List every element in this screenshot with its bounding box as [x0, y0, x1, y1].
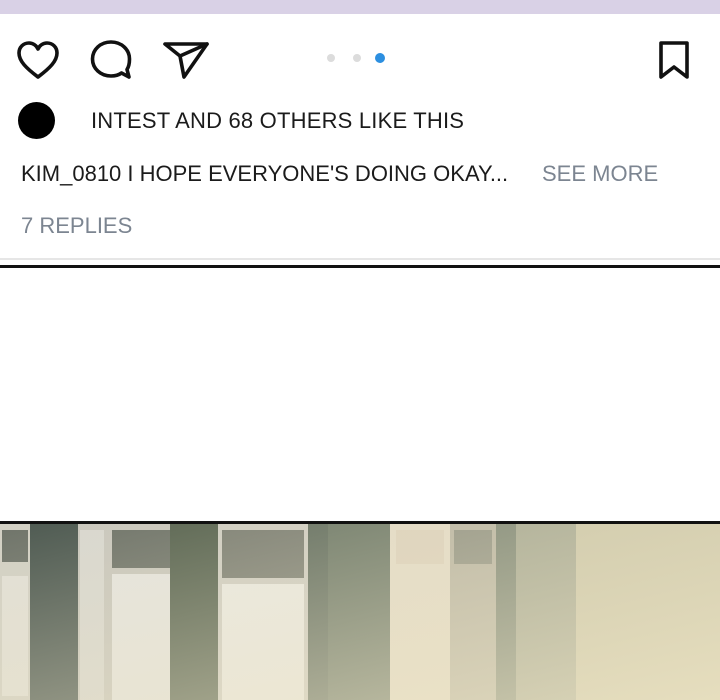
blank-panel: [0, 268, 720, 522]
paper-plane-icon[interactable]: [162, 40, 210, 80]
likes-text[interactable]: INTEST AND 68 OTHERS LIKE THIS: [91, 108, 464, 134]
post-action-bar: [0, 14, 720, 104]
building-illustration: [0, 524, 720, 700]
caption-row: KIM_0810 I HOPE EVERYONE'S DOING OKAY...…: [0, 158, 720, 194]
avatar[interactable]: [18, 102, 55, 139]
carousel-dot-active[interactable]: [375, 53, 385, 63]
carousel-indicator: [322, 53, 392, 64]
comic-page: INTEST AND 68 OTHERS LIKE THIS KIM_0810 …: [0, 0, 720, 700]
previous-panel-strip: [0, 0, 720, 14]
caption-text: KIM_0810 I HOPE EVERYONE'S DOING OKAY...: [21, 161, 509, 186]
bookmark-icon[interactable]: [656, 40, 692, 80]
likes-summary: INTEST AND 68 OTHERS LIKE THIS: [0, 100, 720, 144]
see-more-link[interactable]: SEE MORE: [542, 161, 658, 187]
carousel-dot[interactable]: [327, 54, 335, 62]
heart-icon[interactable]: [16, 40, 60, 80]
comment-bubble-icon[interactable]: [89, 39, 133, 81]
divider: [0, 258, 720, 260]
replies-link[interactable]: 7 REPLIES: [21, 213, 132, 239]
carousel-dot[interactable]: [353, 54, 361, 62]
